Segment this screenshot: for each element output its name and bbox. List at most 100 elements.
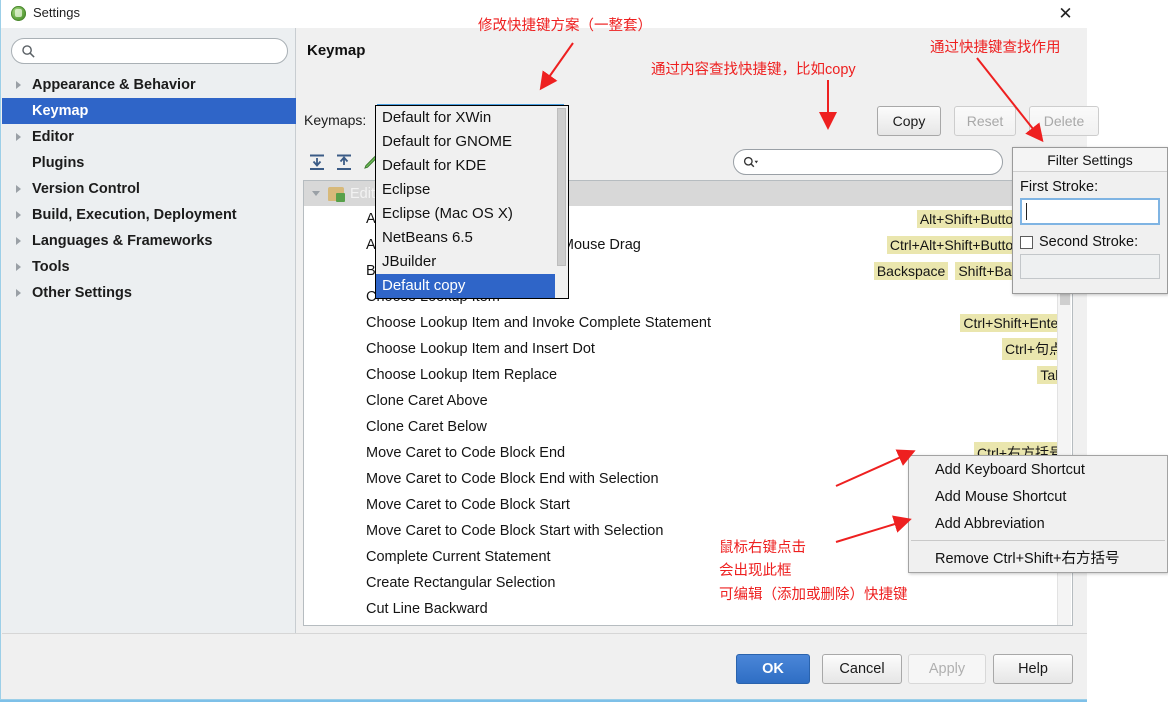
cancel-button-label: Cancel <box>839 661 885 677</box>
ann-rightclick-1: 鼠标右键点击 <box>719 540 806 556</box>
ok-button-label: OK <box>762 661 784 677</box>
sidebar-item-label: Build, Execution, Deployment <box>32 207 237 223</box>
sidebar-item-label: Tools <box>32 259 70 275</box>
dropdown-option[interactable]: Eclipse (Mac OS X) <box>376 202 568 226</box>
page-title: Keymap <box>307 42 366 59</box>
action-name: Move Caret to Code Block Start <box>366 497 570 513</box>
action-name: Choose Lookup Item and Invoke Complete S… <box>366 315 711 331</box>
dropdown-option[interactable]: Default for KDE <box>376 154 568 178</box>
action-name: Clone Caret Below <box>366 419 487 435</box>
dropdown-option[interactable]: Default for GNOME <box>376 130 568 154</box>
sidebar-item-label: Plugins <box>32 155 85 171</box>
table-row[interactable]: Choose Lookup Item Replace Tab <box>304 362 1072 388</box>
search-icon <box>22 45 35 58</box>
ok-button[interactable]: OK <box>736 654 810 684</box>
dropdown-scrollbar-thumb[interactable] <box>557 108 566 266</box>
chevron-right-icon[interactable] <box>16 81 21 89</box>
sidebar-item-other-settings[interactable]: Other Settings <box>2 280 296 306</box>
keymaps-dropdown-popup[interactable]: Default for XWin Default for GNOME Default… <box>375 105 569 299</box>
chevron-right-icon[interactable] <box>16 237 21 245</box>
shortcut-badge[interactable]: Ctrl+Shift+Enter <box>960 314 1066 332</box>
text-caret <box>1026 203 1027 220</box>
action-name: Choose Lookup Item Replace <box>366 367 558 383</box>
action-name: Create Rectangular Selection <box>366 575 556 591</box>
context-menu-item[interactable]: Add Abbreviation <box>909 510 1167 537</box>
taskbar-accent-line <box>0 700 1087 702</box>
collapse-all-icon[interactable] <box>334 152 354 172</box>
dialog-button-bar: OK Cancel Apply Help <box>2 633 1087 699</box>
second-stroke-field <box>1020 254 1160 279</box>
dropdown-option[interactable]: Default copy <box>376 274 568 298</box>
table-row[interactable]: Choose Lookup Item and Insert Dot Ctrl+句点 <box>304 336 1072 362</box>
table-row[interactable]: Clone Caret Below <box>304 414 1072 440</box>
filter-settings-popup: Filter Settings First Stroke: Second Str… <box>1012 147 1168 294</box>
sidebar-item-build-execution-deployment[interactable]: Build, Execution, Deployment <box>2 202 296 228</box>
window-title: Settings <box>33 5 80 20</box>
ann-keymap-scheme: 修改快捷键方案（一整套） <box>478 18 652 34</box>
apply-button-label: Apply <box>928 661 966 677</box>
action-name: Choose Lookup Item and Insert Dot <box>366 341 595 357</box>
chevron-right-icon[interactable] <box>16 211 21 219</box>
dropdown-option[interactable]: Eclipse <box>376 178 568 202</box>
action-name: Clone Caret Above <box>366 393 488 409</box>
action-name: Move Caret to Code Block End with Select… <box>366 471 659 487</box>
search-box[interactable] <box>11 38 288 64</box>
copy-button[interactable]: Copy <box>877 106 941 136</box>
dropdown-option[interactable]: NetBeans 6.5 <box>376 226 568 250</box>
second-stroke-checkbox-row[interactable]: Second Stroke: <box>1020 234 1167 250</box>
action-name: Cut Line Backward <box>366 601 488 617</box>
shortcut-context-menu[interactable]: Add Keyboard Shortcut Add Mouse Shortcut A… <box>908 455 1168 573</box>
sidebar-item-plugins[interactable]: Plugins <box>2 150 296 176</box>
sidebar-item-languages-frameworks[interactable]: Languages & Frameworks <box>2 228 296 254</box>
first-stroke-field[interactable] <box>1020 198 1160 225</box>
expand-all-icon[interactable] <box>307 152 327 172</box>
table-row[interactable]: Cut Line Backward <box>304 596 1072 622</box>
table-row[interactable]: Cut up to Line End <box>304 622 1072 625</box>
dropdown-option[interactable]: Default for XWin <box>376 106 568 130</box>
sidebar-item-label: Version Control <box>32 181 140 197</box>
sidebar: Appearance & Behavior Keymap Editor Plugins… <box>2 28 296 633</box>
context-menu-item[interactable]: Add Keyboard Shortcut <box>909 456 1167 483</box>
screen-root: Settings ✕ Appearance & Behavior Keymap Ed… <box>0 0 1168 721</box>
second-stroke-checkbox[interactable] <box>1020 235 1033 249</box>
sidebar-item-label: Other Settings <box>32 285 132 301</box>
copy-button-label: Copy <box>892 113 926 129</box>
action-name: Move Caret to Code Block Start with Sele… <box>366 523 664 539</box>
search-dropdown-icon[interactable] <box>743 155 759 170</box>
search-input[interactable] <box>40 42 280 62</box>
sidebar-item-version-control[interactable]: Version Control <box>2 176 296 202</box>
settings-app-icon <box>11 6 26 21</box>
sidebar-item-tools[interactable]: Tools <box>2 254 296 280</box>
settings-tree: Appearance & Behavior Keymap Editor Plugins… <box>2 72 296 306</box>
table-row[interactable]: Create Rectangular Selection <box>304 570 1072 596</box>
dropdown-option[interactable]: JBuilder <box>376 250 568 274</box>
dropdown-scrollbar[interactable] <box>555 106 568 298</box>
sidebar-item-keymap[interactable]: Keymap <box>2 98 296 124</box>
shortcut-filter-field[interactable] <box>733 149 1003 175</box>
ann-find-by-key: 通过快捷键查找作用 <box>930 40 1061 56</box>
help-button-label: Help <box>1018 661 1048 677</box>
context-menu-item[interactable]: Remove Ctrl+Shift+右方括号 <box>909 544 1167 571</box>
chevron-right-icon[interactable] <box>16 133 21 141</box>
sidebar-item-editor[interactable]: Editor <box>2 124 296 150</box>
chevron-right-icon[interactable] <box>16 185 21 193</box>
cancel-button[interactable]: Cancel <box>822 654 902 684</box>
context-menu-item[interactable]: Add Mouse Shortcut <box>909 483 1167 510</box>
menu-separator <box>911 540 1165 541</box>
sidebar-item-label: Appearance & Behavior <box>32 77 196 93</box>
chevron-right-icon[interactable] <box>16 289 21 297</box>
apply-button: Apply <box>908 654 986 684</box>
shortcut-filter-input[interactable] <box>766 153 994 172</box>
sidebar-item-label: Editor <box>32 129 74 145</box>
sidebar-item-appearance-behavior[interactable]: Appearance & Behavior <box>2 72 296 98</box>
chevron-right-icon[interactable] <box>16 263 21 271</box>
close-icon[interactable]: ✕ <box>1043 0 1088 27</box>
shortcut-badge[interactable]: Backspace <box>873 262 949 280</box>
help-button[interactable]: Help <box>993 654 1073 684</box>
first-stroke-label: First Stroke: <box>1020 179 1099 195</box>
chevron-down-icon[interactable] <box>312 191 320 196</box>
action-name: Move Caret to Code Block End <box>366 445 566 461</box>
second-stroke-label: Second Stroke: <box>1039 234 1139 250</box>
table-row[interactable]: Choose Lookup Item and Invoke Complete S… <box>304 310 1072 336</box>
table-row[interactable]: Clone Caret Above <box>304 388 1072 414</box>
